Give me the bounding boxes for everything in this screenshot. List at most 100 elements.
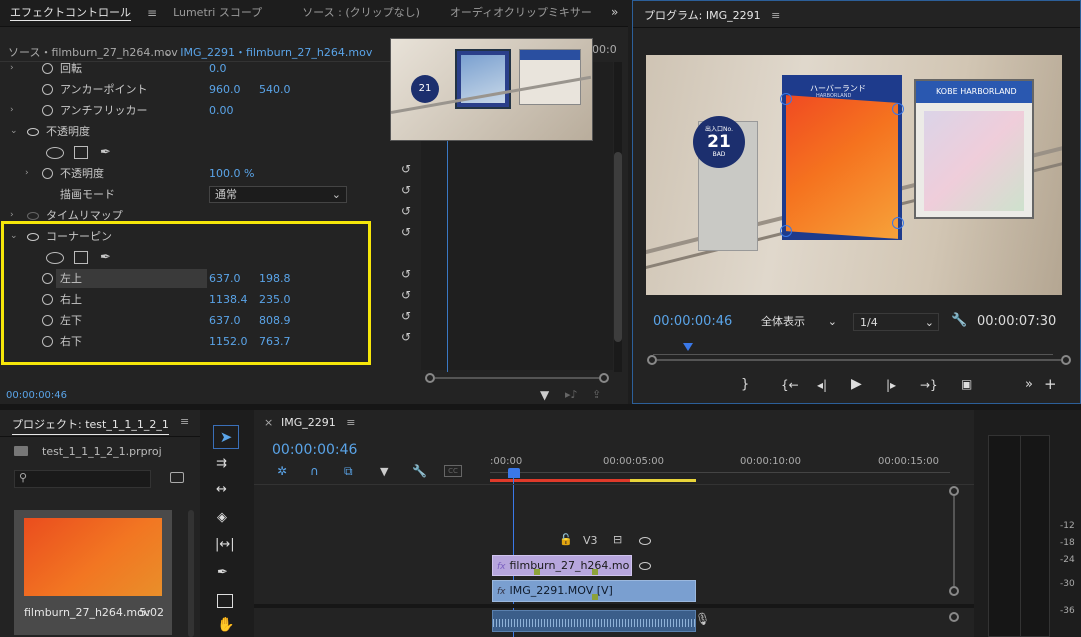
ec-horizontal-scrollbar[interactable] [425, 373, 609, 383]
settings-wrench-icon[interactable]: 🔧 [951, 313, 967, 328]
meter-tick: -24 [1060, 555, 1075, 565]
close-sequence-icon[interactable]: × [264, 416, 273, 429]
ellipse-mask-icon[interactable] [46, 147, 64, 159]
export-frame-icon[interactable]: ▣ [961, 377, 972, 391]
add-button-icon[interactable]: + [1044, 375, 1057, 393]
corner-handle-tr[interactable] [892, 103, 904, 115]
reset-icon[interactable]: ↺ [401, 288, 411, 302]
rectangle-tool-icon[interactable] [217, 594, 233, 608]
tab-effect-controls[interactable]: エフェクトコントロール [0, 0, 141, 26]
fx-toggle-eye-icon[interactable] [27, 128, 39, 136]
fx-toggle-eye-icon[interactable] [27, 212, 39, 220]
go-to-out-icon[interactable]: →} [920, 378, 938, 392]
timeline-v-scroll[interactable] [949, 486, 959, 636]
panel-menu-icon[interactable]: ≡ [141, 6, 163, 20]
program-title[interactable]: プログラム: IMG_2291 ≡ [644, 7, 780, 23]
pen-mask-icon[interactable]: ✒ [100, 142, 111, 163]
add-marker-icon[interactable]: ▼ [380, 465, 388, 478]
project-scrollbar[interactable] [188, 510, 194, 637]
project-menu-icon[interactable]: ≡ [180, 415, 189, 428]
quality-dropdown[interactable]: 1/4 ⌄ [853, 313, 939, 331]
more-controls-icon[interactable]: » [1025, 377, 1033, 392]
timeline-ruler[interactable]: :00:00 00:00:05:00 00:00:10:00 00:00:15:… [490, 450, 950, 482]
ec-vertical-scrollbar[interactable] [614, 62, 622, 372]
lock-icon[interactable]: 🔓 [559, 533, 573, 546]
project-search-input[interactable]: ⚲ [14, 470, 151, 488]
keyframe-marker[interactable] [592, 594, 598, 600]
project-clip-thumbnail[interactable]: filmburn_27_h264.mov 5:02 [14, 510, 172, 635]
timeline-settings-icon[interactable]: 🔧 [412, 464, 427, 478]
track-label-v3[interactable]: V3 [583, 534, 598, 547]
keyframe-marker[interactable] [592, 569, 598, 575]
timeline-timecode[interactable]: 00:00:00:46 [272, 442, 357, 458]
reset-icon[interactable]: ↺ [401, 309, 411, 323]
reset-icon[interactable]: ↺ [401, 162, 411, 176]
pen-tool-icon[interactable]: ✒ [217, 565, 228, 580]
hand-tool-icon[interactable]: ✋ [217, 617, 234, 633]
program-video-frame[interactable]: 出入口No. 21 BAD ハーバーランド HARBORLAND KOBE HA… [646, 55, 1062, 295]
ripple-edit-tool-icon[interactable]: ↔ [216, 482, 227, 497]
more-tabs-icon[interactable]: » [611, 5, 618, 19]
track-select-tool-icon[interactable]: ⇉ [216, 456, 227, 471]
blend-mode-dropdown[interactable]: 通常 ⌄ [209, 186, 347, 203]
folder-icon [14, 446, 28, 456]
stopwatch-icon[interactable] [42, 168, 53, 179]
program-h-scroll[interactable] [647, 355, 1071, 365]
program-playhead[interactable] [683, 343, 693, 351]
clip-v2-filmburn[interactable]: fx filmburn_27_h264.mo [492, 555, 632, 576]
export-icon[interactable]: ⇪ [592, 388, 601, 401]
sync-lock-icon[interactable]: ⊟ [613, 533, 622, 546]
tab-lumetri-scopes[interactable]: Lumetri スコープ [163, 0, 272, 26]
tab-audio-clip-mixer[interactable]: オーディオクリップミキサー [440, 0, 602, 26]
work-area-bar-yellow[interactable] [630, 479, 696, 482]
sequence-tab[interactable]: IMG_2291 ≡ [281, 416, 355, 429]
opacity-value[interactable]: 100.0 % [209, 163, 254, 184]
selection-tool-icon[interactable]: ➤ [213, 425, 239, 449]
new-bin-icon[interactable] [170, 472, 184, 483]
anchor-y-value[interactable]: 540.0 [259, 79, 291, 100]
reset-icon[interactable]: ↺ [401, 330, 411, 344]
zoom-dropdown[interactable]: 全体表示 ⌄ [755, 313, 841, 331]
stopwatch-icon[interactable] [42, 84, 53, 95]
work-area-bar-red[interactable] [490, 479, 630, 482]
corner-handle-bl[interactable] [780, 225, 792, 237]
track-eye-icon[interactable] [639, 562, 651, 570]
reset-icon[interactable]: ↺ [401, 267, 411, 281]
corner-handle-br[interactable] [892, 217, 904, 229]
slip-tool-icon[interactable]: |↔| [215, 537, 235, 552]
captions-icon[interactable]: CC [444, 465, 462, 477]
section-opacity[interactable]: ⌄ 不透明度 [0, 121, 421, 142]
mark-out-icon[interactable]: } [741, 377, 749, 392]
anchor-x-value[interactable]: 960.0 [209, 79, 241, 100]
antiflicker-value[interactable]: 0.00 [209, 100, 234, 121]
step-forward-icon[interactable]: |▸ [886, 378, 896, 392]
stopwatch-icon[interactable] [42, 63, 53, 74]
reset-icon[interactable]: ↺ [401, 204, 411, 218]
stopwatch-icon[interactable] [42, 105, 53, 116]
meter-tick: -30 [1060, 579, 1075, 589]
timeline-playhead[interactable] [508, 468, 520, 478]
clip-a1-audio[interactable] [492, 610, 696, 632]
rotation-value[interactable]: 0.0 [209, 58, 227, 79]
reset-icon[interactable]: ↺ [401, 183, 411, 197]
razor-tool-icon[interactable]: ◈ [217, 510, 227, 525]
track-eye-icon[interactable] [639, 537, 651, 545]
snap-magnet-icon[interactable]: ∩ [310, 464, 319, 478]
keyframe-marker[interactable] [534, 569, 540, 575]
project-title-tab[interactable]: プロジェクト: test_1_1_1_2_1 [12, 416, 169, 435]
nest-icon[interactable]: ✲ [277, 464, 287, 478]
play-audio-icon[interactable]: ▸♪ [565, 388, 578, 401]
filter-icon[interactable]: ▼ [540, 388, 549, 402]
step-back-icon[interactable]: ◂| [817, 378, 827, 392]
tab-source[interactable]: ソース : (クリップなし) [292, 0, 430, 26]
reset-icon[interactable]: ↺ [401, 225, 411, 239]
ec-timecode[interactable]: 00:00:00:46 [6, 390, 67, 401]
corner-pinned-clip[interactable] [786, 95, 898, 239]
corner-handle-tl[interactable] [780, 93, 792, 105]
play-icon[interactable]: ▶ [851, 376, 862, 392]
rect-mask-icon[interactable] [74, 146, 88, 159]
voiceover-mic-icon[interactable]: 🎙 [695, 612, 710, 626]
go-to-in-icon[interactable]: {← [781, 378, 799, 392]
linked-selection-icon[interactable]: ⧉ [344, 464, 353, 479]
program-timecode[interactable]: 00:00:00:46 [653, 314, 732, 329]
